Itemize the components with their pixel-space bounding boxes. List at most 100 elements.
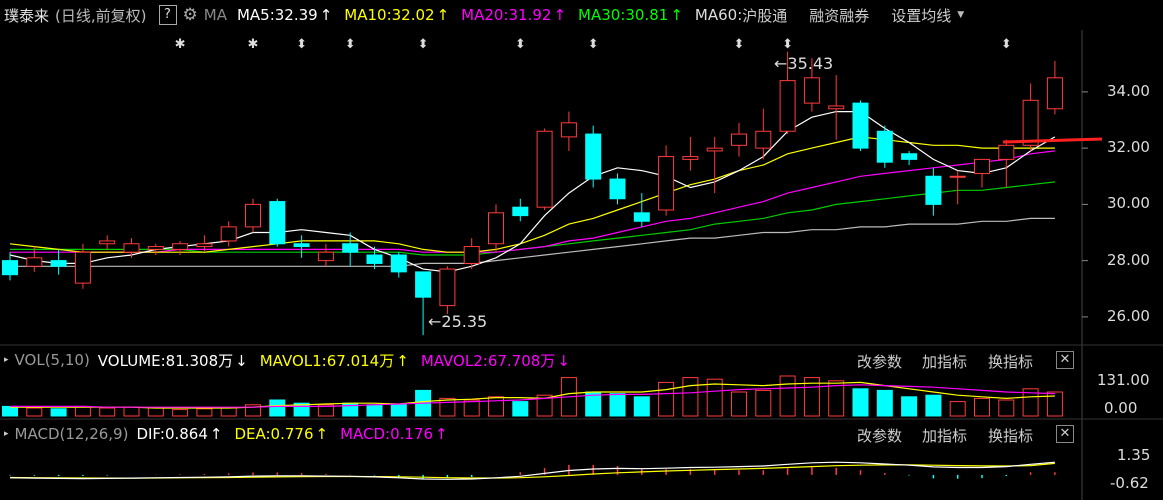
candle-body: [390, 254, 407, 273]
drawn-trendline: [1002, 137, 1103, 144]
volume-bar: [220, 407, 237, 417]
candle-body: [366, 254, 383, 264]
volume-bar: [269, 399, 286, 417]
vol-mavol2: MAVOL2:67.708万 ↓: [421, 350, 576, 371]
ma-lines: [9, 110, 1056, 273]
event-marker-icon: ⬍: [588, 37, 599, 52]
mavol2-line: [10, 384, 1055, 408]
arrow-left-icon: ←: [774, 54, 788, 73]
price-tick-label: 34.00: [1107, 81, 1150, 100]
candle-body: [2, 260, 18, 276]
candle-body: [536, 130, 553, 208]
candle-body: [706, 147, 723, 152]
volume-bar: [147, 407, 164, 417]
volume-bar: [390, 403, 407, 417]
candle-body: [463, 246, 480, 264]
candle-body: [779, 80, 796, 132]
volume-bar: [488, 396, 504, 417]
vol-collapse-icon[interactable]: ▸: [4, 355, 9, 365]
candle-body: [415, 271, 432, 298]
low-value: 25.35: [441, 312, 488, 331]
macd-close-icon[interactable]: ✕: [1056, 425, 1074, 443]
macd-change-params-button[interactable]: 改参数: [857, 425, 902, 446]
ma30-line: [10, 181, 1055, 256]
macd-dea-arrow: ↑: [315, 425, 329, 443]
volume-bar: [463, 399, 480, 417]
macd-add-indicator-button[interactable]: 加指标: [922, 425, 967, 446]
candle-body: [50, 260, 67, 267]
event-marker-icon: ⬍: [1001, 37, 1012, 52]
vol-mavol1: MAVOL1:67.014万 ↑: [260, 350, 415, 371]
vol-header: ▸ VOL(5,10) VOLUME:81.308万 ↓ MAVOL1:67.01…: [0, 346, 582, 374]
candle-body: [828, 105, 845, 110]
candle-body: [682, 156, 699, 160]
candle-body: [901, 153, 918, 160]
candle-body: [245, 203, 261, 228]
candle-body: [220, 226, 237, 242]
candle-body: [26, 257, 43, 267]
vol-mavol1-text: MAVOL1:67.014万: [259, 351, 395, 370]
volume-bar: [925, 394, 942, 417]
volume-bar: [609, 393, 626, 417]
macd-macd-text: MACD:0.176: [340, 425, 434, 443]
candle-body: [99, 240, 116, 245]
vol-add-indicator-button[interactable]: 加指标: [922, 351, 967, 372]
candle-body: [658, 156, 675, 211]
ma20-line: [10, 150, 1055, 253]
macd-collapse-icon[interactable]: ▸: [4, 429, 9, 439]
volume-bar: [366, 404, 383, 417]
volume-bar: [876, 389, 893, 417]
vol-volume-text: VOLUME:81.308万: [97, 351, 234, 370]
candle-body: [585, 133, 602, 180]
macd-dif-arrow: ↑: [209, 425, 223, 443]
macd-label[interactable]: MACD(12,26,9): [15, 425, 129, 443]
candle-body: [269, 201, 286, 245]
candle-body: [293, 243, 310, 248]
vol-volume: VOLUME:81.308万 ↓: [98, 350, 254, 371]
vol-switch-indicator-button[interactable]: 换指标: [988, 351, 1033, 372]
event-marker-icon: ⬍: [418, 37, 429, 52]
volume-bar: [439, 397, 456, 417]
volume-bar: [74, 405, 91, 417]
event-marker-icon: ✱: [175, 37, 186, 52]
volume-bar: [852, 388, 869, 417]
volume-bar: [682, 377, 699, 417]
candle-body: [609, 178, 626, 200]
vol-axis-top: 131.00: [1097, 371, 1150, 389]
volume-bar: [974, 397, 990, 417]
volume-bars: [2, 375, 1063, 417]
candle-body: [731, 133, 747, 146]
vol-close-icon[interactable]: ✕: [1056, 351, 1074, 369]
vol-label[interactable]: VOL(5,10): [15, 351, 90, 369]
vol-change-params-button[interactable]: 改参数: [857, 351, 902, 372]
macd-switch-indicator-button[interactable]: 换指标: [988, 425, 1033, 446]
macd-macd: MACD:0.176 ↑: [340, 425, 454, 443]
macd-dea-text: DEA:0.776: [234, 425, 314, 443]
high-annotation: ←35.43: [774, 54, 833, 73]
volume-bar: [779, 375, 796, 417]
candle-body: [1046, 77, 1063, 110]
candle-body: [803, 77, 820, 104]
macd-axis-top: 1.35: [1117, 446, 1151, 464]
volume-bar: [512, 401, 529, 417]
candle-body: [512, 206, 529, 217]
candle-body: [147, 246, 164, 250]
candle-body: [172, 243, 189, 250]
candle-body: [876, 130, 893, 163]
macd-dea: DEA:0.776 ↑: [234, 425, 334, 443]
volume-bar: [658, 381, 675, 417]
vol-volume-arrow: ↓: [235, 351, 248, 370]
candle-body: [852, 102, 869, 149]
macd-lines: [9, 461, 1056, 480]
price-tick-label: 28.00: [1107, 250, 1150, 269]
vol-mavol2-text: MAVOL2:67.708万: [420, 351, 556, 370]
macd-axis-bottom: -0.62: [1110, 474, 1149, 492]
candle-body: [488, 212, 504, 245]
price-tick-label: 26.00: [1107, 306, 1150, 325]
macd-macd-arrow: ↑: [435, 425, 448, 443]
ma60-line: [10, 217, 1055, 267]
candle-body: [123, 243, 140, 253]
candle-body: [974, 158, 990, 174]
candle-body: [925, 175, 942, 205]
candle-body: [1022, 99, 1039, 146]
